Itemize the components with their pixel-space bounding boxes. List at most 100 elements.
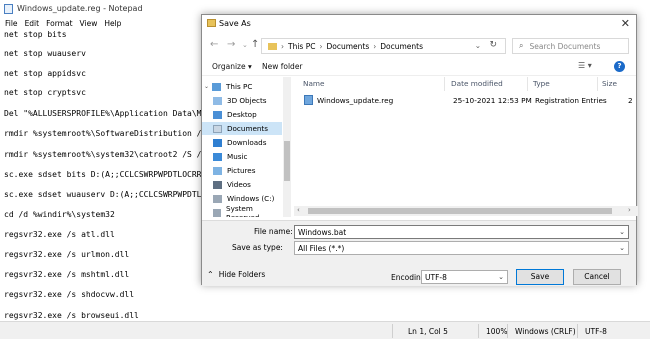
editor-line: net stop appidsvc [4, 69, 86, 78]
desktop-icon [213, 110, 222, 119]
menu-view[interactable]: View [80, 19, 98, 28]
editor-line: rmdir %systemroot%\system32\catroot2 /S … [4, 150, 207, 159]
breadcrumb-this-pc[interactable]: This PC [288, 42, 315, 51]
status-encoding: UTF-8 [585, 327, 607, 336]
column-date-modified[interactable]: Date modified [451, 79, 503, 88]
forward-arrow-icon[interactable]: → [227, 39, 235, 50]
chevron-down-icon[interactable]: ⌄ [498, 273, 504, 281]
editor-line: sc.exe sdset bits D:(A;;CCLCSWRPWPDTLOCR… [4, 170, 212, 179]
hide-folders-label: Hide Folders [218, 270, 266, 279]
scrollbar-thumb[interactable] [308, 208, 612, 214]
chevron-down-icon[interactable]: ⌄ [619, 244, 625, 252]
menu-format[interactable]: Format [46, 19, 72, 28]
column-size[interactable]: Size [602, 79, 617, 88]
dialog-titlebar: Save As ✕ [202, 15, 636, 32]
nav-videos[interactable]: Videos [202, 178, 282, 191]
address-bar[interactable]: › This PC › Documents › Documents ⌄ ↻ [261, 38, 506, 54]
nav-label: Videos [227, 180, 251, 189]
editor-line: net stop bits [4, 30, 67, 39]
editor-line: regsvr32.exe /s urlmon.dll [4, 250, 130, 259]
column-name[interactable]: Name [303, 79, 325, 88]
breadcrumb-documents[interactable]: Documents [326, 42, 369, 51]
help-icon[interactable]: ? [614, 61, 625, 72]
recent-chevron-icon[interactable]: ⌄ [242, 41, 248, 49]
back-arrow-icon[interactable]: ← [210, 39, 218, 50]
nav-music[interactable]: Music [202, 150, 282, 163]
save-button[interactable]: Save [516, 269, 564, 285]
status-zoom: 100% [486, 327, 508, 336]
status-line-ending: Windows (CRLF) [515, 327, 576, 336]
status-separator [478, 324, 479, 338]
nav-label: Windows (C:) [227, 194, 275, 203]
nav-label: Documents [227, 124, 268, 133]
notepad-icon [4, 3, 13, 14]
save-as-dialog: Save As ✕ ← → ⌄ ↑ › This PC › Documents … [201, 14, 638, 286]
chevron-right-icon: › [373, 41, 377, 51]
column-separator [527, 77, 528, 91]
nav-3d-objects[interactable]: 3D Objects [202, 94, 282, 107]
nav-label: Music [227, 152, 248, 161]
nav-downloads[interactable]: Downloads [202, 136, 282, 149]
horizontal-scrollbar[interactable]: ‹ › [294, 206, 638, 216]
registry-file-icon [304, 95, 313, 105]
nav-label: Desktop [227, 110, 257, 119]
column-type[interactable]: Type [533, 79, 550, 88]
chevron-up-icon: ⌃ [207, 270, 214, 279]
folder-icon [207, 19, 216, 27]
chevron-right-icon: › [319, 41, 323, 51]
editor-line: Del "%ALLUSERSPROFILE%\Application Data\… [4, 109, 216, 118]
drive-icon [213, 208, 222, 217]
scroll-left-icon[interactable]: ‹ [297, 206, 300, 214]
view-options-icon[interactable]: ☰ ▾ [578, 61, 592, 70]
file-name-field[interactable]: Windows.bat ⌄ [294, 225, 629, 239]
search-icon: ⌕ [519, 41, 524, 50]
nav-system-reserved[interactable]: System Reserved [202, 204, 282, 217]
editor-line: regsvr32.exe /s atl.dll [4, 230, 115, 239]
chevron-down-icon[interactable]: ⌄ [619, 228, 625, 236]
search-input[interactable]: ⌕ Search Documents [512, 38, 629, 54]
encoding-value: UTF-8 [425, 272, 447, 282]
refresh-icon[interactable]: ↻ [489, 40, 497, 50]
status-separator [577, 324, 578, 338]
save-type-select[interactable]: All Files (*.*) ⌄ [294, 241, 629, 255]
nav-label: This PC [226, 82, 253, 91]
nav-this-pc[interactable]: ⌄ This PC [202, 80, 282, 93]
nav-desktop[interactable]: Desktop [202, 108, 282, 121]
music-icon [213, 152, 222, 161]
download-icon [213, 138, 222, 147]
status-bar: Ln 1, Col 5 100% Windows (CRLF) UTF-8 [0, 321, 650, 339]
new-folder-button[interactable]: New folder [262, 62, 303, 71]
file-row[interactable]: Windows_update.reg 25-10-2021 12:53 PM R… [298, 94, 633, 107]
status-position: Ln 1, Col 5 [408, 327, 448, 336]
chevron-down-icon[interactable]: ⌄ [475, 41, 481, 50]
nav-scrollbar[interactable] [283, 77, 291, 217]
editor-line: regsvr32.exe /s mshtml.dll [4, 270, 130, 279]
cancel-button[interactable]: Cancel [573, 269, 621, 285]
nav-documents[interactable]: Documents [202, 122, 282, 135]
organize-button[interactable]: Organize ▾ [212, 62, 252, 71]
cube-icon [213, 96, 222, 105]
dialog-title: Save As [219, 19, 251, 28]
close-icon[interactable]: ✕ [621, 17, 630, 30]
encoding-select[interactable]: UTF-8 ⌄ [421, 270, 508, 284]
editor-line: sc.exe sdset wuauserv D:(A;;CCLCSWRPWPDT… [4, 190, 216, 199]
menu-help[interactable]: Help [104, 19, 121, 28]
file-list: Name Date modified Type Size Windows_upd… [294, 77, 638, 223]
editor-line: cd /d %windir%\system32 [4, 210, 115, 219]
menu-file[interactable]: File [5, 19, 18, 28]
status-separator [392, 324, 393, 338]
videos-icon [213, 180, 222, 189]
scroll-right-icon[interactable]: › [628, 206, 631, 214]
dialog-toolbar: Organize ▾ New folder ☰ ▾ ? [202, 58, 636, 76]
nav-pictures[interactable]: Pictures [202, 164, 282, 177]
file-size: 2 [628, 96, 633, 105]
scrollbar-thumb[interactable] [284, 141, 290, 181]
menu-edit[interactable]: Edit [25, 19, 40, 28]
up-arrow-icon[interactable]: ↑ [251, 39, 259, 50]
hide-folders-button[interactable]: ⌃ Hide Folders [207, 270, 265, 279]
column-separator [444, 77, 445, 91]
breadcrumb-documents-current[interactable]: Documents [380, 42, 423, 51]
nav-label: Downloads [227, 138, 267, 147]
pictures-icon [213, 166, 222, 175]
navigation-bar: ← → ⌄ ↑ › This PC › Documents › Document… [202, 36, 636, 54]
